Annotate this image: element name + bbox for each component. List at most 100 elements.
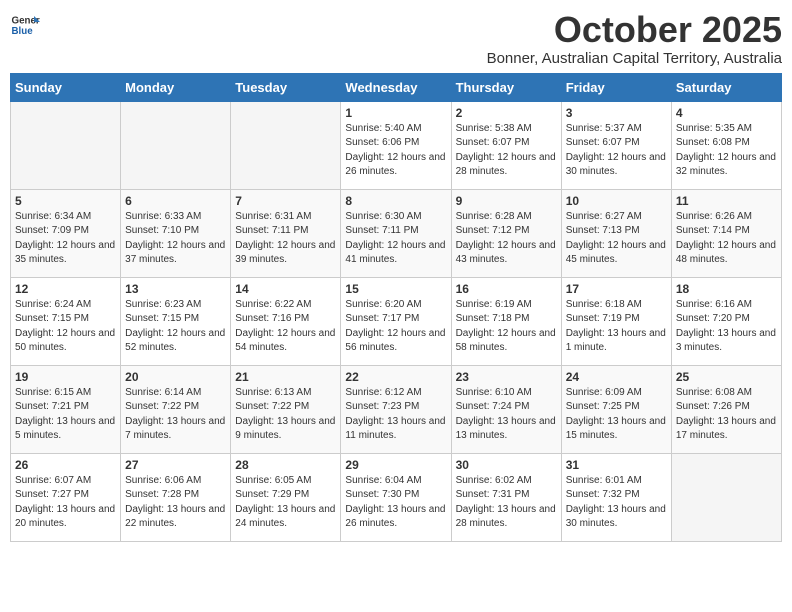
- day-number: 28: [235, 458, 336, 472]
- day-header-tuesday: Tuesday: [231, 73, 341, 101]
- day-info: Sunrise: 6:20 AMSunset: 7:17 PMDaylight:…: [345, 298, 446, 356]
- day-info: Sunrise: 5:38 AMSunset: 6:07 PMDaylight:…: [456, 122, 557, 180]
- day-info: Sunrise: 5:35 AMSunset: 6:08 PMDaylight:…: [676, 122, 777, 180]
- day-cell-6: 6Sunrise: 6:33 AMSunset: 7:10 PMDaylight…: [121, 189, 231, 277]
- week-row-2: 5Sunrise: 6:34 AMSunset: 7:09 PMDaylight…: [11, 189, 782, 277]
- day-number: 5: [15, 194, 116, 208]
- day-cell-10: 10 Sunrise: 6:27 AMSunset: 7:13 PMDayligh…: [561, 189, 671, 277]
- day-number: 1: [345, 106, 446, 120]
- week-row-4: 19 Sunrise: 6:15 AMSunset: 7:21 PMDayligh…: [11, 365, 782, 453]
- day-cell-11: 11 Sunrise: 6:26 AMSunset: 7:14 PMDayligh…: [671, 189, 781, 277]
- calendar-table: SundayMondayTuesdayWednesdayThursdayFrid…: [10, 73, 782, 542]
- day-info: Sunrise: 6:23 AMSunset: 7:15 PMDaylight:…: [125, 298, 226, 356]
- week-row-1: 1Sunrise: 5:40 AMSunset: 6:06 PMDaylight…: [11, 101, 782, 189]
- day-number: 11: [676, 194, 777, 208]
- empty-cell: [671, 453, 781, 541]
- title-block: October 2025 Bonner, Australian Capital …: [487, 10, 782, 67]
- day-number: 6: [125, 194, 226, 208]
- day-number: 31: [566, 458, 667, 472]
- week-row-3: 12 Sunrise: 6:24 AMSunset: 7:15 PMDayligh…: [11, 277, 782, 365]
- day-cell-2: 2 Sunrise: 5:38 AMSunset: 6:07 PMDaylight…: [451, 101, 561, 189]
- day-info: Sunrise: 6:16 AMSunset: 7:20 PMDaylight:…: [676, 298, 777, 356]
- day-info: Sunrise: 6:01 AMSunset: 7:32 PMDaylight:…: [566, 474, 667, 532]
- day-info: Sunrise: 6:19 AMSunset: 7:18 PMDaylight:…: [456, 298, 557, 356]
- day-number: 7: [235, 194, 336, 208]
- day-number: 18: [676, 282, 777, 296]
- day-header-row: SundayMondayTuesdayWednesdayThursdayFrid…: [11, 73, 782, 101]
- day-cell-22: 22Sunrise: 6:12 AMSunset: 7:23 PMDayligh…: [341, 365, 451, 453]
- day-cell-31: 31 Sunrise: 6:01 AMSunset: 7:32 PMDayligh…: [561, 453, 671, 541]
- day-cell-17: 17 Sunrise: 6:18 AMSunset: 7:19 PMDayligh…: [561, 277, 671, 365]
- day-cell-4: 4Sunrise: 5:35 AMSunset: 6:08 PMDaylight…: [671, 101, 781, 189]
- day-cell-25: 25Sunrise: 6:08 AMSunset: 7:26 PMDayligh…: [671, 365, 781, 453]
- day-info: Sunrise: 6:27 AMSunset: 7:13 PMDaylight:…: [566, 210, 667, 268]
- day-info: Sunrise: 6:13 AMSunset: 7:22 PMDaylight:…: [235, 386, 336, 444]
- day-cell-19: 19 Sunrise: 6:15 AMSunset: 7:21 PMDayligh…: [11, 365, 121, 453]
- location: Bonner, Australian Capital Territory, Au…: [487, 50, 782, 67]
- day-info: Sunrise: 6:26 AMSunset: 7:14 PMDaylight:…: [676, 210, 777, 268]
- day-number: 26: [15, 458, 116, 472]
- day-number: 29: [345, 458, 446, 472]
- day-info: Sunrise: 6:31 AMSunset: 7:11 PMDaylight:…: [235, 210, 336, 268]
- day-info: Sunrise: 6:10 AMSunset: 7:24 PMDaylight:…: [456, 386, 557, 444]
- page-header: General Blue October 2025 Bonner, Austra…: [10, 10, 782, 67]
- logo: General Blue: [10, 10, 40, 40]
- logo-icon: General Blue: [10, 10, 40, 40]
- day-header-friday: Friday: [561, 73, 671, 101]
- day-info: Sunrise: 6:24 AMSunset: 7:15 PMDaylight:…: [15, 298, 116, 356]
- day-info: Sunrise: 6:05 AMSunset: 7:29 PMDaylight:…: [235, 474, 336, 532]
- day-cell-28: 28 Sunrise: 6:05 AMSunset: 7:29 PMDayligh…: [231, 453, 341, 541]
- day-number: 25: [676, 370, 777, 384]
- day-cell-14: 14Sunrise: 6:22 AMSunset: 7:16 PMDayligh…: [231, 277, 341, 365]
- month-title: October 2025: [487, 10, 782, 50]
- day-number: 15: [345, 282, 446, 296]
- day-cell-13: 13 Sunrise: 6:23 AMSunset: 7:15 PMDayligh…: [121, 277, 231, 365]
- day-info: Sunrise: 6:15 AMSunset: 7:21 PMDaylight:…: [15, 386, 116, 444]
- day-number: 24: [566, 370, 667, 384]
- day-info: Sunrise: 6:14 AMSunset: 7:22 PMDaylight:…: [125, 386, 226, 444]
- day-cell-21: 21 Sunrise: 6:13 AMSunset: 7:22 PMDayligh…: [231, 365, 341, 453]
- day-header-sunday: Sunday: [11, 73, 121, 101]
- day-cell-8: 8Sunrise: 6:30 AMSunset: 7:11 PMDaylight…: [341, 189, 451, 277]
- day-number: 20: [125, 370, 226, 384]
- day-cell-15: 15 Sunrise: 6:20 AMSunset: 7:17 PMDayligh…: [341, 277, 451, 365]
- day-header-thursday: Thursday: [451, 73, 561, 101]
- day-number: 9: [456, 194, 557, 208]
- day-cell-18: 18 Sunrise: 6:16 AMSunset: 7:20 PMDayligh…: [671, 277, 781, 365]
- day-cell-30: 30 Sunrise: 6:02 AMSunset: 7:31 PMDayligh…: [451, 453, 561, 541]
- day-number: 10: [566, 194, 667, 208]
- day-number: 2: [456, 106, 557, 120]
- day-number: 14: [235, 282, 336, 296]
- day-cell-26: 26 Sunrise: 6:07 AMSunset: 7:27 PMDayligh…: [11, 453, 121, 541]
- day-number: 16: [456, 282, 557, 296]
- day-cell-23: 23 Sunrise: 6:10 AMSunset: 7:24 PMDayligh…: [451, 365, 561, 453]
- day-number: 22: [345, 370, 446, 384]
- day-number: 13: [125, 282, 226, 296]
- day-number: 19: [15, 370, 116, 384]
- day-cell-1: 1Sunrise: 5:40 AMSunset: 6:06 PMDaylight…: [341, 101, 451, 189]
- day-info: Sunrise: 6:07 AMSunset: 7:27 PMDaylight:…: [15, 474, 116, 532]
- empty-cell: [231, 101, 341, 189]
- day-info: Sunrise: 6:02 AMSunset: 7:31 PMDaylight:…: [456, 474, 557, 532]
- day-cell-16: 16 Sunrise: 6:19 AMSunset: 7:18 PMDayligh…: [451, 277, 561, 365]
- day-info: Sunrise: 5:37 AMSunset: 6:07 PMDaylight:…: [566, 122, 667, 180]
- day-info: Sunrise: 6:09 AMSunset: 7:25 PMDaylight:…: [566, 386, 667, 444]
- day-number: 12: [15, 282, 116, 296]
- day-number: 21: [235, 370, 336, 384]
- day-info: Sunrise: 6:18 AMSunset: 7:19 PMDaylight:…: [566, 298, 667, 356]
- day-number: 30: [456, 458, 557, 472]
- day-info: Sunrise: 6:04 AMSunset: 7:30 PMDaylight:…: [345, 474, 446, 532]
- svg-text:Blue: Blue: [12, 26, 34, 37]
- week-row-5: 26 Sunrise: 6:07 AMSunset: 7:27 PMDayligh…: [11, 453, 782, 541]
- day-header-saturday: Saturday: [671, 73, 781, 101]
- day-number: 17: [566, 282, 667, 296]
- day-info: Sunrise: 6:30 AMSunset: 7:11 PMDaylight:…: [345, 210, 446, 268]
- day-header-wednesday: Wednesday: [341, 73, 451, 101]
- day-cell-24: 24 Sunrise: 6:09 AMSunset: 7:25 PMDayligh…: [561, 365, 671, 453]
- day-cell-5: 5Sunrise: 6:34 AMSunset: 7:09 PMDaylight…: [11, 189, 121, 277]
- day-cell-7: 7 Sunrise: 6:31 AMSunset: 7:11 PMDaylight…: [231, 189, 341, 277]
- day-info: Sunrise: 6:28 AMSunset: 7:12 PMDaylight:…: [456, 210, 557, 268]
- day-cell-3: 3Sunrise: 5:37 AMSunset: 6:07 PMDaylight…: [561, 101, 671, 189]
- day-header-monday: Monday: [121, 73, 231, 101]
- day-number: 23: [456, 370, 557, 384]
